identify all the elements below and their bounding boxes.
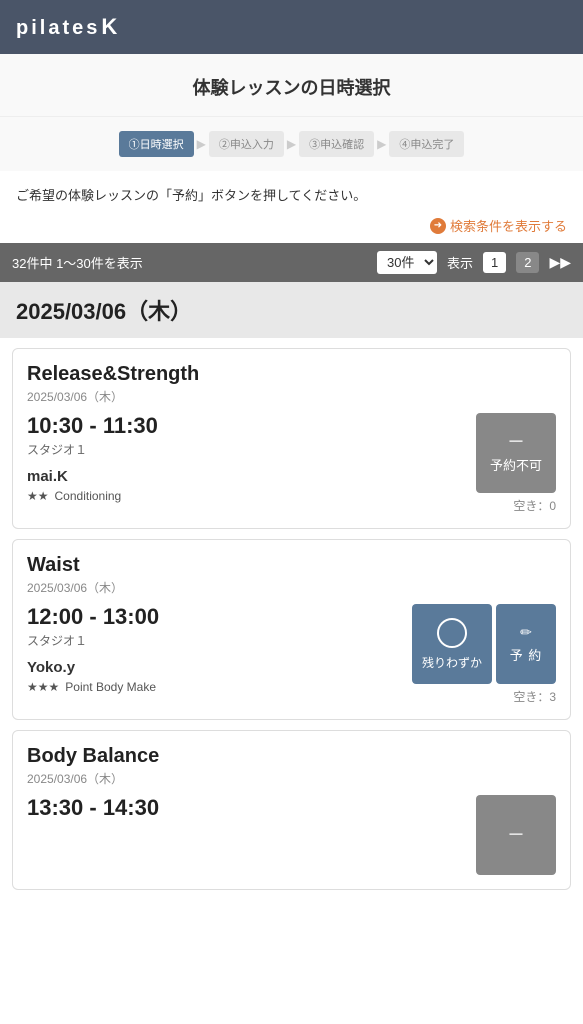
display-label: 表示	[447, 253, 473, 272]
pagination-bar: 32件中 1〜30件を表示 30件 10件 20件 表示 1 2 ▶▶	[0, 243, 583, 282]
step-1[interactable]: ①日時選択	[119, 131, 194, 157]
page-title: 体験レッスンの日時選択	[16, 74, 567, 100]
lesson-2-availability: 空き：3	[513, 688, 556, 705]
lesson-2-date: 2025/03/06（木）	[27, 579, 556, 596]
minus-icon-3: －	[507, 826, 525, 844]
lesson-2-instructor: Yoko.y	[27, 659, 412, 676]
pagination-count: 32件中 1〜30件を表示	[12, 253, 367, 272]
lesson-1-date: 2025/03/06（木）	[27, 388, 556, 405]
lesson-2-studio: スタジオ１	[27, 632, 412, 649]
page-1-button[interactable]: 1	[483, 252, 506, 273]
lesson-1-stars: ★★	[27, 489, 49, 503]
lesson-3-right: －	[476, 795, 556, 875]
step-arrow-3: ▶	[374, 137, 389, 151]
lesson-1-unavailable-button: － 予約不可	[476, 413, 556, 493]
search-link-icon: ➜	[430, 218, 446, 234]
step-3[interactable]: ③申込確認	[299, 131, 374, 157]
per-page-select[interactable]: 30件 10件 20件	[377, 251, 437, 274]
search-link[interactable]: ➜ 検索条件を表示する	[430, 216, 567, 235]
lesson-card-3: Body Balance 2025/03/06（木） 13:30 - 14:30…	[12, 730, 571, 890]
page-next-button[interactable]: ▶▶	[549, 254, 571, 271]
lesson-2-name: Waist	[27, 554, 556, 577]
description: ご希望の体験レッスンの「予約」ボタンを押してください。	[0, 171, 583, 212]
lesson-1-studio: スタジオ１	[27, 441, 476, 458]
date-header: 2025/03/06（木）	[0, 282, 583, 338]
step-1-label: ①日時選択	[129, 136, 184, 152]
lesson-2-stars: ★★★	[27, 680, 59, 694]
lesson-card-2: Waist 2025/03/06（木） 12:00 - 13:00 スタジオ１ …	[12, 539, 571, 720]
lesson-3-name: Body Balance	[27, 745, 556, 768]
lesson-1-name: Release&Strength	[27, 363, 556, 386]
minus-icon: －	[507, 433, 525, 451]
lesson-1-time: 10:30 - 11:30	[27, 413, 476, 439]
lesson-2-tags: ★★★ Point Body Make	[27, 680, 412, 694]
step-arrow-2: ▶	[284, 137, 299, 151]
lesson-3-date: 2025/03/06（木）	[27, 770, 556, 787]
logo-k: K	[101, 14, 120, 39]
lesson-1-category: Conditioning	[55, 489, 122, 503]
step-2[interactable]: ②申込入力	[209, 131, 284, 157]
circle-icon	[437, 618, 467, 648]
pencil-icon: ✏	[520, 624, 532, 641]
lesson-2-remaining-label: 残りわずか	[422, 654, 482, 671]
page-2-button[interactable]: 2	[516, 252, 539, 273]
lesson-2-reserve-label: 予 約	[510, 645, 543, 664]
lesson-2-remaining-button[interactable]: 残りわずか	[412, 604, 492, 684]
search-link-row: ➜ 検索条件を表示する	[0, 212, 583, 243]
lesson-3-unavailable-button: －	[476, 795, 556, 875]
lesson-2-right: 残りわずか ✏ 予 約 空き：3	[412, 604, 556, 705]
lesson-1-instructor: mai.K	[27, 468, 476, 485]
step-4-label: ④申込完了	[399, 136, 454, 152]
lesson-1-btn-label: 予約不可	[490, 455, 542, 474]
logo-text: pilates	[16, 17, 100, 39]
step-2-label: ②申込入力	[219, 136, 274, 152]
page-title-section: 体験レッスンの日時選択	[0, 54, 583, 117]
step-arrow-1: ▶	[194, 137, 209, 151]
lesson-1-tags: ★★ Conditioning	[27, 489, 476, 503]
lesson-3-time: 13:30 - 14:30	[27, 795, 476, 821]
lesson-1-right: － 予約不可 空き：0	[476, 413, 556, 514]
lesson-2-info: 12:00 - 13:00 スタジオ１ Yoko.y ★★★ Point Bod…	[27, 604, 412, 694]
step-3-label: ③申込確認	[309, 136, 364, 152]
lesson-2-category: Point Body Make	[65, 680, 156, 694]
lesson-3-info: 13:30 - 14:30	[27, 795, 476, 831]
lesson-1-info: 10:30 - 11:30 スタジオ１ mai.K ★★ Conditionin…	[27, 413, 476, 503]
lesson-2-time: 12:00 - 13:00	[27, 604, 412, 630]
lesson-2-btn-group: 残りわずか ✏ 予 約	[412, 604, 556, 684]
steps-container: ①日時選択 ▶ ②申込入力 ▶ ③申込確認 ▶ ④申込完了	[0, 117, 583, 171]
logo: pilatesK	[16, 14, 120, 40]
header: pilatesK	[0, 0, 583, 54]
lesson-2-reserve-button[interactable]: ✏ 予 約	[496, 604, 556, 684]
lesson-card-1: Release&Strength 2025/03/06（木） 10:30 - 1…	[12, 348, 571, 529]
lesson-1-availability: 空き：0	[513, 497, 556, 514]
search-link-text: 検索条件を表示する	[450, 216, 567, 235]
step-4[interactable]: ④申込完了	[389, 131, 464, 157]
